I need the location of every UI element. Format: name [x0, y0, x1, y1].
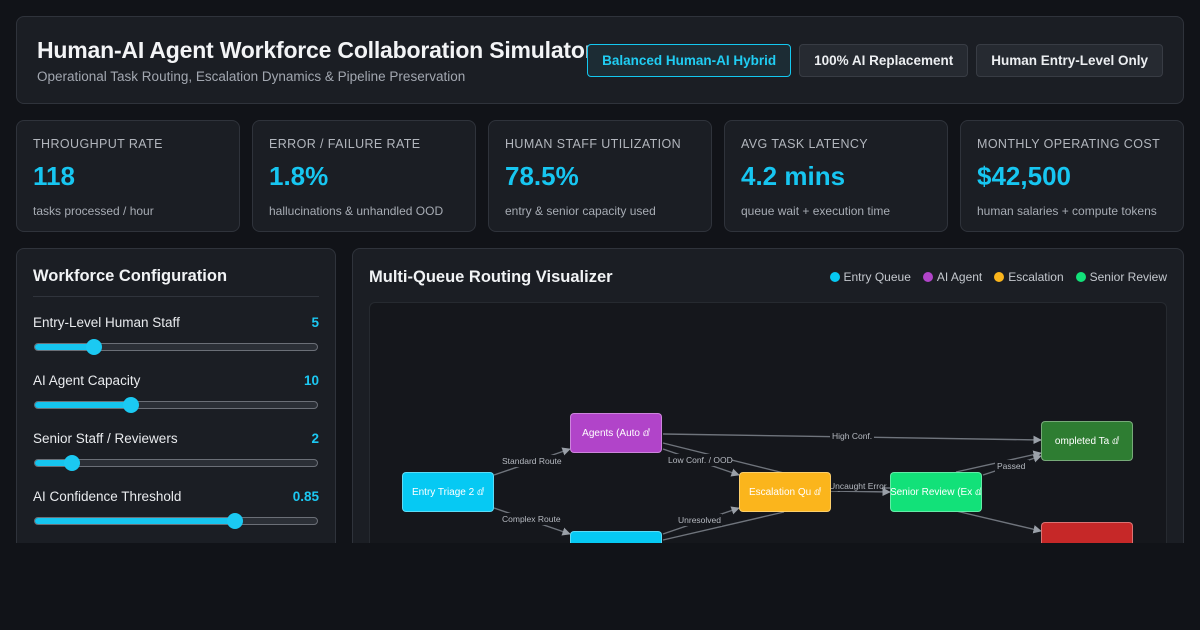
legend-dot	[922, 272, 933, 282]
slider-thumb[interactable]	[86, 339, 103, 355]
edge-label-low-conf: Low Conf. / OOD	[668, 455, 733, 465]
entry-staff-control: Entry-Level Human Staff 5	[33, 315, 319, 355]
kpi-caption: entry & senior capacity used	[505, 204, 656, 218]
kpi-row: THROUGHPUT RATE 118 tasks processed / ho…	[16, 120, 1184, 232]
legend-label: AI Agent	[936, 270, 983, 284]
control-value: 10	[303, 373, 319, 388]
edge-label-high-conf: High Conf.	[832, 431, 872, 441]
kpi-latency-card: AVG TASK LATENCY 4.2 mins queue wait + e…	[724, 120, 948, 232]
kpi-error-rate-card: ERROR / FAILURE RATE 1.8% hallucinations…	[252, 120, 476, 232]
kpi-label: ERROR / FAILURE RATE	[269, 137, 421, 151]
kpi-caption: hallucinations & unhandled OOD	[269, 204, 444, 218]
node-human-queue[interactable]	[570, 531, 662, 543]
control-label: Entry-Level Human Staff	[33, 315, 180, 330]
node-entry-triage[interactable]: Entry Triage 2 ⅆ	[402, 472, 494, 512]
control-label: AI Agent Capacity	[33, 373, 141, 388]
kpi-caption: human salaries + compute tokens	[977, 204, 1157, 218]
config-divider	[33, 296, 319, 297]
edge-escalation-to-senior	[830, 487, 891, 497]
config-title: Workforce Configuration	[33, 267, 228, 285]
kpi-caption: tasks processed / hour	[33, 204, 154, 218]
kpi-value: 4.2 mins	[741, 161, 846, 191]
ai-capacity-control: AI Agent Capacity 10	[33, 373, 319, 413]
scenario-balanced-button[interactable]: Balanced Human-AI Hybrid	[587, 44, 792, 77]
slider-thumb[interactable]	[63, 455, 80, 471]
legend-dot	[994, 272, 1005, 282]
node-failed-tasks[interactable]	[1041, 522, 1133, 543]
workforce-config-panel: Workforce Configuration Entry-Level Huma…	[16, 248, 336, 543]
legend-escalation: Escalation	[994, 270, 1064, 284]
ai-capacity-slider[interactable]	[34, 397, 318, 413]
page-subtitle: Operational Task Routing, Escalation Dyn…	[37, 69, 466, 84]
edge-label-uncaught: Uncaught Error	[829, 481, 887, 491]
control-label: Senior Staff / Reviewers	[33, 431, 178, 446]
confidence-threshold-control: AI Confidence Threshold 0.85	[33, 489, 319, 529]
visualizer-legend: Entry Queue AI Agent Escalation Senior R…	[829, 270, 1167, 284]
scenario-human-only-button[interactable]: Human Entry-Level Only	[976, 44, 1163, 77]
slider-fill	[35, 402, 131, 408]
kpi-label: HUMAN STAFF UTILIZATION	[505, 137, 682, 151]
edge-label-passed: Passed	[997, 461, 1026, 471]
edge-label-complex: Complex Route	[502, 514, 561, 524]
kpi-label: MONTHLY OPERATING COST	[977, 137, 1161, 151]
entry-staff-slider[interactable]	[34, 339, 318, 355]
legend-dot	[1075, 272, 1086, 282]
legend-entry-queue: Entry Queue	[829, 270, 911, 284]
scenario-ai-replacement-button[interactable]: 100% AI Replacement	[799, 44, 969, 77]
routing-visualizer-panel: Multi-Queue Routing Visualizer Entry Que…	[352, 248, 1184, 543]
kpi-cost-card: MONTHLY OPERATING COST $42,500 human sal…	[960, 120, 1184, 232]
node-escalation-queue[interactable]: Escalation Qu ⅆ	[739, 472, 831, 512]
kpi-throughput-card: THROUGHPUT RATE 118 tasks processed / ho…	[16, 120, 240, 232]
slider-thumb[interactable]	[227, 513, 244, 529]
legend-ai-agent: AI Agent	[922, 270, 983, 284]
scenario-selector: Balanced Human-AI Hybrid 100% AI Replace…	[587, 44, 1163, 77]
legend-senior-review: Senior Review	[1075, 270, 1167, 284]
edge-senior-to-failed	[955, 510, 1042, 534]
app-viewport: Human-AI Agent Workforce Collaboration S…	[0, 0, 1200, 543]
kpi-value: 1.8%	[269, 161, 329, 191]
legend-label: Senior Review	[1089, 270, 1167, 284]
control-value: 5	[311, 315, 319, 330]
control-value: 0.85	[292, 489, 319, 504]
node-senior-review[interactable]: Senior Review (Ex ⅆ	[890, 472, 982, 512]
legend-label: Entry Queue	[843, 270, 911, 284]
routing-canvas: Standard Route Complex Route High Conf. …	[369, 302, 1167, 543]
kpi-label: THROUGHPUT RATE	[33, 137, 163, 151]
control-value: 2	[311, 431, 319, 446]
senior-staff-slider[interactable]	[34, 455, 318, 471]
senior-staff-control: Senior Staff / Reviewers 2	[33, 431, 319, 471]
edge-label-unresolved: Unresolved	[678, 515, 721, 525]
header-panel: Human-AI Agent Workforce Collaboration S…	[16, 16, 1184, 104]
kpi-value: $42,500	[977, 161, 1071, 191]
kpi-caption: queue wait + execution time	[741, 204, 891, 218]
control-label: AI Confidence Threshold	[33, 489, 182, 504]
node-ai-agents[interactable]: Agents (Auto ⅆ	[570, 413, 662, 453]
kpi-value: 118	[33, 161, 75, 191]
node-completed-tasks[interactable]: ompleted Ta ⅆ	[1041, 421, 1133, 461]
slider-fill	[35, 518, 236, 524]
kpi-utilization-card: HUMAN STAFF UTILIZATION 78.5% entry & se…	[488, 120, 712, 232]
kpi-label: AVG TASK LATENCY	[741, 137, 869, 151]
slider-thumb[interactable]	[122, 397, 139, 413]
kpi-value: 78.5%	[505, 161, 579, 191]
edge-label-standard: Standard Route	[502, 456, 562, 466]
visualizer-title: Multi-Queue Routing Visualizer	[369, 268, 613, 286]
legend-dot	[829, 272, 840, 282]
page-title: Human-AI Agent Workforce Collaboration S…	[37, 37, 594, 63]
legend-label: Escalation	[1008, 270, 1064, 284]
confidence-threshold-slider[interactable]	[34, 513, 318, 529]
